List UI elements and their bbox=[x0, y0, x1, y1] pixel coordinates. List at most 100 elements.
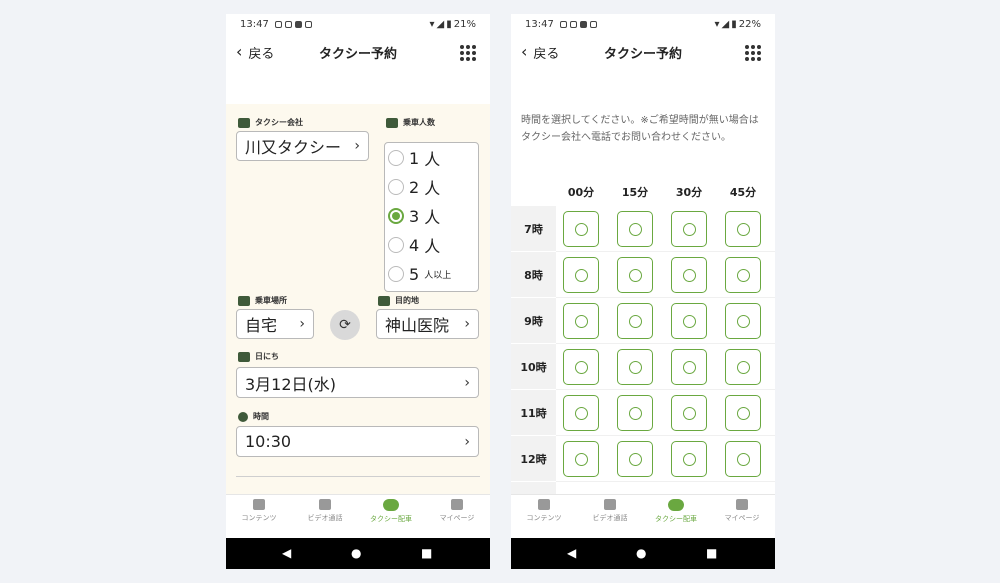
passenger-option-1[interactable]: 1人 bbox=[385, 145, 440, 171]
person-icon bbox=[736, 499, 748, 510]
system-recents-button[interactable]: ■ bbox=[421, 547, 432, 560]
time-slot-button[interactable] bbox=[617, 395, 653, 431]
time-slot-button[interactable] bbox=[617, 349, 653, 385]
time-slot-button[interactable] bbox=[725, 257, 761, 293]
time-slot-button[interactable] bbox=[725, 211, 761, 247]
time-slot-button[interactable] bbox=[617, 303, 653, 339]
nav-item-video-call[interactable]: ビデオ通話 bbox=[577, 499, 643, 523]
nav-item-mypage[interactable]: マイページ bbox=[709, 499, 775, 523]
available-circle-icon bbox=[682, 314, 696, 328]
destination-select[interactable]: 神山医院 › bbox=[376, 309, 479, 339]
lets-logo-icon bbox=[668, 499, 684, 511]
status-bar: 13:47 ▾ ◢ ▮ 22% bbox=[511, 14, 775, 34]
chevron-right-icon: › bbox=[354, 138, 360, 154]
system-home-button[interactable]: ● bbox=[636, 547, 646, 560]
menu-grid-icon[interactable] bbox=[745, 45, 761, 61]
system-back-button[interactable]: ◀ bbox=[282, 547, 291, 560]
time-slot-button[interactable] bbox=[725, 441, 761, 477]
nav-item-video-call[interactable]: ビデオ通話 bbox=[292, 499, 358, 523]
available-circle-icon bbox=[736, 452, 750, 466]
time-slot-button[interactable] bbox=[725, 349, 761, 385]
time-slot-button[interactable] bbox=[563, 349, 599, 385]
minute-header: 00分 15分 30分 45分 bbox=[511, 176, 775, 206]
nav-item-taxi[interactable]: タクシー配車 bbox=[358, 499, 424, 524]
available-circle-icon bbox=[574, 406, 588, 420]
app-bar: ‹ 戻る タクシー予約 bbox=[511, 34, 775, 70]
passenger-option-5[interactable]: 5 人以上 bbox=[385, 261, 451, 287]
destination-value: 神山医院 bbox=[385, 316, 450, 335]
system-back-button[interactable]: ◀ bbox=[567, 547, 576, 560]
time-slot-button[interactable] bbox=[671, 257, 707, 293]
available-circle-icon bbox=[682, 452, 696, 466]
time-slot-button[interactable] bbox=[671, 349, 707, 385]
minute-header-2: 30分 bbox=[675, 186, 703, 199]
swap-button[interactable]: ⟳ bbox=[330, 310, 360, 340]
time-slot-button[interactable] bbox=[563, 257, 599, 293]
date-select[interactable]: 3月12日(水) › bbox=[236, 367, 479, 398]
taxi-icon bbox=[386, 117, 398, 128]
time-slot-grid: 00分 15分 30分 45分 7時 8時 9時 10時 11時 12時 bbox=[511, 176, 775, 497]
back-label: 戻る bbox=[533, 46, 560, 62]
date-value: 3月12日(水) bbox=[245, 374, 337, 394]
app-bar: ‹ 戻る タクシー予約 bbox=[226, 34, 490, 70]
time-slot-button[interactable] bbox=[725, 395, 761, 431]
minute-header-1: 15分 bbox=[621, 186, 649, 199]
chevron-right-icon: › bbox=[299, 316, 305, 332]
time-slot-button[interactable] bbox=[671, 441, 707, 477]
row-divider bbox=[556, 251, 775, 252]
time-slot-button[interactable] bbox=[671, 303, 707, 339]
time-label: 時間 bbox=[238, 411, 269, 422]
menu-grid-icon[interactable] bbox=[460, 45, 476, 61]
status-time: 13:47 bbox=[525, 18, 554, 30]
time-slot-button[interactable] bbox=[563, 211, 599, 247]
time-slot-button[interactable] bbox=[617, 211, 653, 247]
hour-label: 10時 bbox=[511, 344, 556, 390]
passenger-option-3[interactable]: 3人 bbox=[385, 203, 440, 229]
time-slot-button[interactable] bbox=[617, 441, 653, 477]
pickup-label: 乗車場所 bbox=[238, 295, 287, 306]
passengers-label: 乗車人数 bbox=[386, 117, 435, 128]
passenger-option-4[interactable]: 4人 bbox=[385, 232, 440, 258]
notification-icons bbox=[274, 20, 312, 28]
passenger-option-2[interactable]: 2人 bbox=[385, 174, 440, 200]
notification-icons bbox=[559, 20, 597, 28]
pickup-select[interactable]: 自宅 › bbox=[236, 309, 314, 339]
nav-item-contents[interactable]: コンテンツ bbox=[226, 499, 292, 523]
system-recents-button[interactable]: ■ bbox=[706, 547, 717, 560]
destination-label: 目的地 bbox=[378, 295, 419, 306]
hour-label: 11時 bbox=[511, 390, 556, 436]
time-select[interactable]: 10:30 › bbox=[236, 426, 479, 457]
time-slot-button[interactable] bbox=[563, 395, 599, 431]
radio-icon bbox=[388, 266, 404, 282]
back-button[interactable]: ‹ 戻る bbox=[236, 43, 274, 62]
system-home-button[interactable]: ● bbox=[351, 547, 361, 560]
bottom-nav: コンテンツ ビデオ通話 タクシー配車 マイページ bbox=[511, 494, 775, 538]
calendar-icon bbox=[238, 351, 250, 362]
status-bar: 13:47 ▾ ◢ ▮ 21% bbox=[226, 14, 490, 34]
available-circle-icon bbox=[736, 314, 750, 328]
nav-item-contents[interactable]: コンテンツ bbox=[511, 499, 577, 523]
available-circle-icon bbox=[736, 222, 750, 236]
available-circle-icon bbox=[574, 452, 588, 466]
company-select[interactable]: 川又タクシー › bbox=[236, 131, 369, 161]
time-slot-button[interactable] bbox=[563, 441, 599, 477]
available-circle-icon bbox=[574, 314, 588, 328]
system-nav-bar: ◀ ● ■ bbox=[511, 538, 775, 569]
available-circle-icon bbox=[628, 314, 642, 328]
nav-item-mypage[interactable]: マイページ bbox=[424, 499, 490, 523]
radio-selected-icon bbox=[388, 208, 404, 224]
time-slot-button[interactable] bbox=[671, 211, 707, 247]
time-slot-button[interactable] bbox=[671, 395, 707, 431]
chevron-right-icon: › bbox=[464, 316, 470, 332]
nav-item-taxi[interactable]: タクシー配車 bbox=[643, 499, 709, 524]
time-slot-button[interactable] bbox=[563, 303, 599, 339]
available-circle-icon bbox=[628, 452, 642, 466]
available-circle-icon bbox=[682, 268, 696, 282]
available-circle-icon bbox=[574, 268, 588, 282]
back-button[interactable]: ‹ 戻る bbox=[521, 43, 559, 62]
time-slot-button[interactable] bbox=[617, 257, 653, 293]
battery-icon: ▮ bbox=[731, 18, 737, 30]
available-circle-icon bbox=[736, 406, 750, 420]
time-slot-button[interactable] bbox=[725, 303, 761, 339]
flag-icon bbox=[378, 295, 390, 306]
